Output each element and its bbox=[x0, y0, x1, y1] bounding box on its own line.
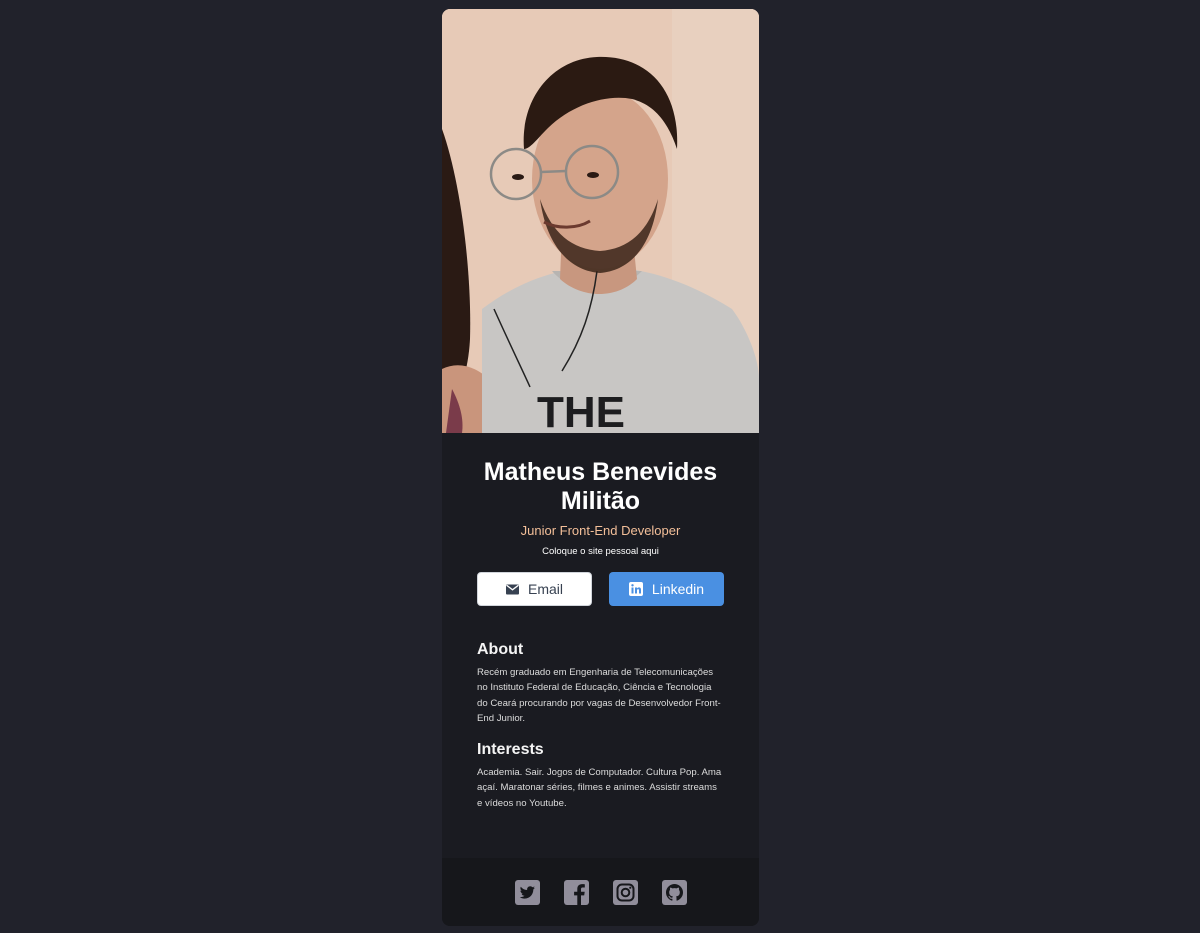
about-section: About Recém graduado em Engenharia de Te… bbox=[442, 640, 759, 726]
linkedin-icon bbox=[628, 582, 643, 596]
github-icon[interactable] bbox=[661, 879, 687, 905]
profile-photo: THE bbox=[442, 9, 759, 433]
interests-section: Interests Academia. Sair. Jogos de Compu… bbox=[442, 740, 759, 811]
personal-website-link[interactable]: Coloque o site pessoal aqui bbox=[442, 546, 759, 558]
social-footer bbox=[442, 858, 759, 926]
contact-buttons: Email Linkedin bbox=[477, 572, 724, 606]
facebook-icon[interactable] bbox=[563, 879, 589, 905]
envelope-icon bbox=[505, 584, 519, 595]
profile-name: Matheus Benevides Militão bbox=[483, 458, 718, 515]
instagram-icon[interactable] bbox=[612, 879, 638, 905]
email-button-label: Email bbox=[527, 581, 563, 597]
profile-info: Matheus Benevides Militão Junior Front-E… bbox=[442, 433, 759, 606]
profile-photo-illustration: THE bbox=[442, 9, 759, 433]
svg-text:THE: THE bbox=[537, 388, 625, 433]
profile-card: THE Matheus Benevides Militão Junior Fro… bbox=[442, 9, 759, 926]
about-text: Recém graduado em Engenharia de Telecomu… bbox=[477, 667, 721, 724]
profile-role: Junior Front-End Developer bbox=[520, 523, 681, 538]
interests-heading: Interests bbox=[477, 741, 544, 759]
interests-text: Academia. Sair. Jogos de Computador. Cul… bbox=[477, 767, 722, 809]
linkedin-button-label: Linkedin bbox=[651, 581, 705, 597]
email-button[interactable]: Email bbox=[477, 572, 592, 606]
about-heading: About bbox=[477, 641, 524, 658]
twitter-icon[interactable] bbox=[514, 879, 540, 905]
linkedin-button[interactable]: Linkedin bbox=[609, 572, 724, 606]
